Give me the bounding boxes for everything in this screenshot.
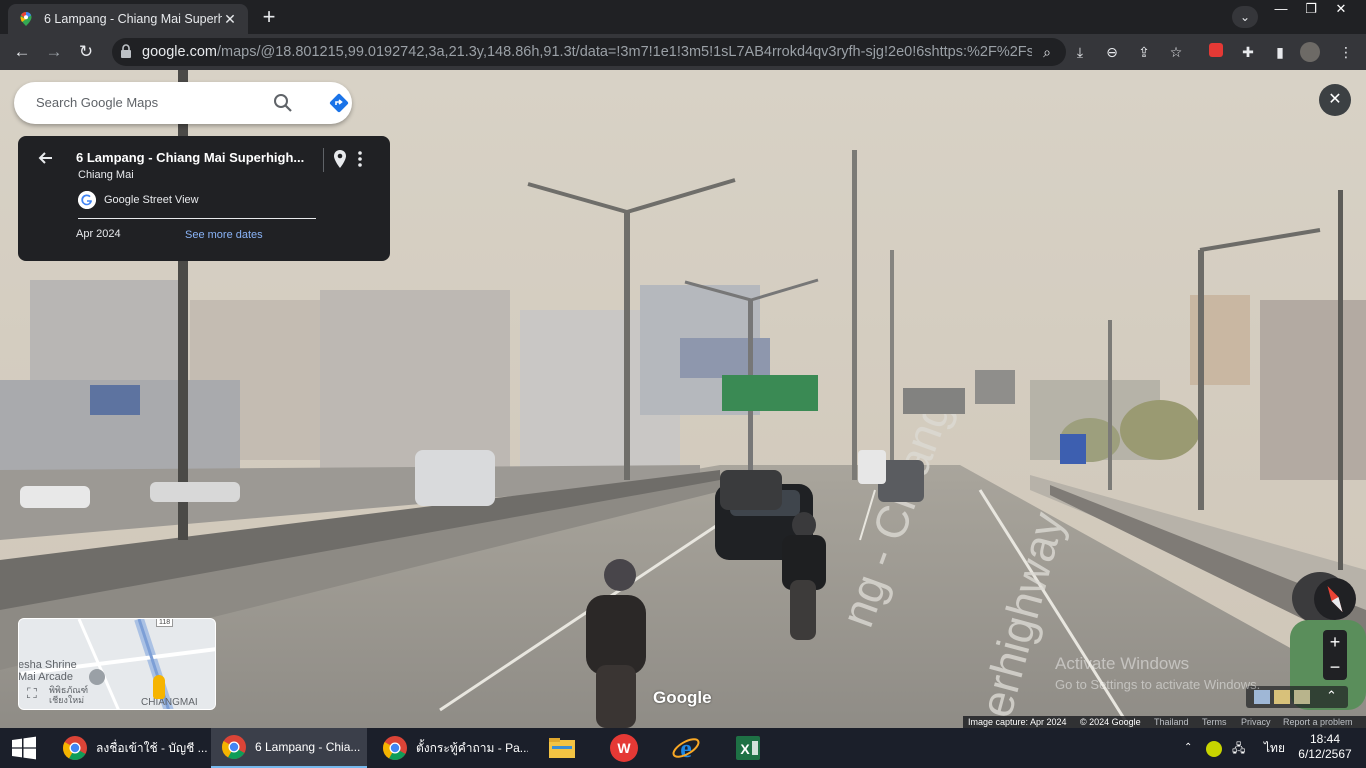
- internet-explorer-icon[interactable]: e: [670, 732, 702, 764]
- tab-close-icon[interactable]: ✕: [222, 11, 238, 27]
- layer-thumb[interactable]: [1294, 690, 1310, 704]
- imagery-provider: Google Street View: [104, 194, 199, 206]
- google-logo: Google: [653, 688, 712, 707]
- footer-privacy-link[interactable]: Privacy: [1241, 716, 1271, 728]
- layer-thumb[interactable]: [1274, 690, 1290, 704]
- browser-tab-active[interactable]: 6 Lampang - Chiang Mai Superhi ✕: [8, 4, 248, 34]
- svg-text:e: e: [680, 734, 692, 763]
- place-title: 6 Lampang - Chiang Mai Superhigh...: [76, 150, 305, 165]
- activate-windows-title: Activate Windows: [1055, 654, 1190, 673]
- footer-capture-date: Image capture: Apr 2024: [968, 717, 1067, 727]
- taskbar-item-label: ตั้งกระทู้คำถาม - Pa...: [416, 740, 528, 755]
- close-street-view-button[interactable]: ✕: [1319, 84, 1351, 116]
- expand-up-icon[interactable]: ⌃: [1326, 688, 1337, 704]
- footer-terms-link[interactable]: Terms: [1202, 716, 1227, 728]
- back-arrow-icon[interactable]: ←: [10, 41, 34, 63]
- profile-avatar[interactable]: [1300, 42, 1320, 62]
- imagery-thumbnails[interactable]: ⌃: [1246, 686, 1348, 708]
- forward-arrow-icon[interactable]: →: [42, 41, 66, 63]
- google-maps-favicon-icon: [20, 12, 32, 26]
- lock-icon: [121, 44, 131, 58]
- street-view-info-card: 6 Lampang - Chiang Mai Superhigh... Chia…: [18, 136, 390, 261]
- minimize-window-button[interactable]: —: [1266, 0, 1296, 18]
- see-more-dates-link[interactable]: See more dates: [185, 229, 263, 241]
- clock-date: 6/12/2567: [1298, 747, 1352, 761]
- show-hidden-icons-icon[interactable]: ⌃: [1184, 728, 1192, 768]
- pegman-icon[interactable]: [153, 675, 165, 699]
- location-pin-icon[interactable]: [332, 149, 348, 169]
- chrome-icon: [62, 736, 87, 761]
- layer-thumb[interactable]: [1254, 690, 1270, 704]
- minimap-label: เชียงใหม่: [49, 695, 85, 705]
- card-separator: [323, 148, 324, 172]
- url-text: google.com/maps/@18.801215,99.0192742,3a…: [142, 44, 1032, 60]
- svg-text:X: X: [740, 741, 750, 757]
- file-explorer-icon[interactable]: [546, 732, 578, 764]
- share-icon[interactable]: ⇪: [1134, 42, 1154, 62]
- minimap-label: CHIANGMAI: [141, 697, 198, 708]
- windows-start-icon[interactable]: [0, 728, 48, 768]
- search-icon[interactable]: ⌕: [1036, 42, 1058, 62]
- tab-search-icon[interactable]: ⌄: [1232, 6, 1258, 28]
- maps-search-box[interactable]: Search Google Maps: [14, 82, 352, 124]
- restore-window-button[interactable]: ❐: [1296, 0, 1326, 18]
- minimap-road-number: 118: [156, 619, 174, 627]
- chrome-icon: [222, 735, 246, 760]
- zoom-controls: + −: [1323, 630, 1347, 680]
- tray-app-icon[interactable]: [1206, 728, 1222, 768]
- footer-report-link[interactable]: Report a problem: [1283, 716, 1353, 728]
- input-language[interactable]: ไทย: [1264, 728, 1285, 768]
- taskbar-item-label: ลงชื่อเข้าใช้ - บัญชี ...: [96, 740, 208, 755]
- footer-copyright: © 2024 Google: [1080, 717, 1141, 727]
- browser-tab-bar: 6 Lampang - Chiang Mai Superhi ✕ + ⌄ — ❐…: [0, 0, 1366, 34]
- svg-text:W: W: [617, 740, 631, 756]
- minimap[interactable]: 118 esha Shrine Mai Arcade พิพิธภัณฑ์ เช…: [18, 618, 216, 710]
- footer-region[interactable]: Thailand: [1154, 716, 1189, 728]
- card-divider: [78, 218, 316, 219]
- search-icon[interactable]: [272, 92, 294, 114]
- chrome-icon: [383, 736, 407, 761]
- bookmark-star-icon[interactable]: ☆: [1166, 42, 1186, 62]
- new-tab-button[interactable]: +: [256, 6, 282, 30]
- zoom-icon[interactable]: ⊖: [1102, 42, 1122, 62]
- address-bar[interactable]: google.com/maps/@18.801215,99.0192742,3a…: [112, 38, 1066, 66]
- maps-footer: Image capture: Apr 2024 © 2024 Google Th…: [963, 716, 1366, 728]
- install-app-icon[interactable]: ⤓: [1070, 42, 1090, 62]
- network-icon[interactable]: 🖧: [1232, 728, 1245, 768]
- directions-icon[interactable]: [328, 92, 350, 114]
- activate-windows-subtitle: Go to Settings to activate Windows.: [1055, 677, 1261, 692]
- zoom-out-button[interactable]: −: [1323, 655, 1347, 680]
- browser-toolbar: ← → ↻ google.com/maps/@18.801215,99.0192…: [0, 34, 1366, 70]
- windows-taskbar: ลงชื่อเข้าใช้ - บัญชี ... 6 Lampang - Ch…: [0, 728, 1366, 768]
- taskbar-clock[interactable]: 18:44 6/12/2567: [1290, 732, 1360, 762]
- back-arrow-icon[interactable]: [36, 148, 56, 168]
- close-window-button[interactable]: ✕: [1326, 0, 1356, 18]
- zoom-in-button[interactable]: +: [1323, 630, 1347, 655]
- compass-icon[interactable]: [1314, 578, 1356, 620]
- minimap-label: Mai Arcade: [18, 671, 74, 683]
- browser-tab-title: 6 Lampang - Chiang Mai Superhi: [44, 12, 222, 26]
- taskbar-chrome-window-3[interactable]: ตั้งกระทู้คำถาม - Pa...: [372, 728, 528, 768]
- side-panel-icon[interactable]: ▮: [1270, 42, 1290, 62]
- excel-icon[interactable]: X: [732, 732, 764, 764]
- browser-menu-icon[interactable]: ⋮: [1336, 42, 1356, 62]
- taskbar-chrome-window-2[interactable]: 6 Lampang - Chia...: [211, 728, 367, 768]
- capture-date: Apr 2024: [76, 228, 121, 240]
- clock-time: 18:44: [1309, 732, 1341, 746]
- minimap-label: esha Shrine: [18, 659, 77, 671]
- search-placeholder: Search Google Maps: [36, 95, 159, 110]
- wps-office-icon[interactable]: W: [608, 732, 640, 764]
- taskbar-chrome-window-1[interactable]: ลงชื่อเข้าใช้ - บัญชี ...: [52, 728, 208, 768]
- extensions-puzzle-icon[interactable]: ✚: [1238, 42, 1258, 62]
- extension-red-icon[interactable]: [1206, 42, 1226, 62]
- expand-map-icon[interactable]: ⛶: [27, 685, 43, 701]
- more-options-icon[interactable]: [354, 149, 366, 169]
- reload-icon[interactable]: ↻: [74, 41, 98, 63]
- taskbar-item-label: 6 Lampang - Chia...: [255, 740, 361, 754]
- google-g-icon: [78, 191, 96, 209]
- place-city: Chiang Mai: [78, 169, 134, 181]
